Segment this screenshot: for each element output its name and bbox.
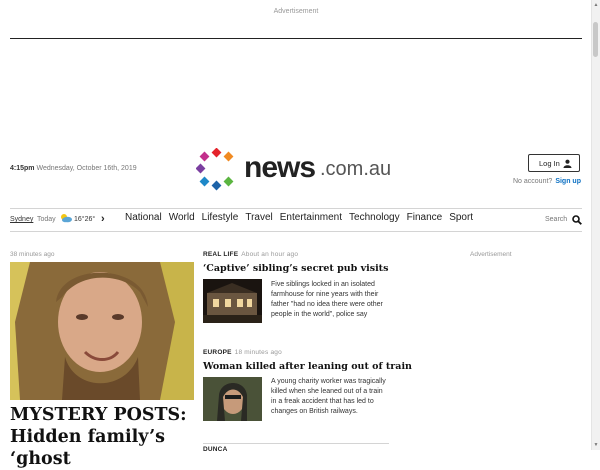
story-category: REAL LIFE About an hour ago — [203, 251, 298, 258]
story-timestamp: 18 minutes ago — [234, 349, 282, 356]
woman-portrait-image — [203, 377, 262, 421]
story-summary: Five siblings locked in an isolated farm… — [271, 281, 383, 318]
logo-brand: news — [244, 151, 316, 184]
nav-item-lifestyle[interactable]: Lifestyle — [202, 212, 239, 223]
farmhouse-image — [203, 279, 262, 323]
weather-location[interactable]: Sydney — [10, 216, 33, 223]
story-thumbnail[interactable] — [203, 377, 262, 421]
weather-day: Today — [37, 216, 56, 223]
story-category-label: REAL LIFE — [203, 251, 239, 258]
chevron-right-icon[interactable]: › — [101, 213, 105, 225]
nav-item-technology[interactable]: Technology — [349, 212, 400, 223]
story-thumbnail[interactable] — [203, 279, 262, 323]
hero-image[interactable] — [10, 262, 194, 400]
weather-temperature: 16°26° — [74, 216, 96, 223]
story-timestamp: About an hour ago — [241, 251, 299, 258]
advertisement-label: Advertisement — [273, 8, 319, 15]
nav-item-entertainment[interactable]: Entertainment — [280, 212, 342, 223]
main-nav: National World Lifestyle Travel Entertai… — [125, 212, 480, 223]
login-label: Log In — [539, 159, 560, 168]
nav-divider-top — [10, 208, 582, 209]
search-label[interactable]: Search — [545, 216, 567, 223]
news-logo[interactable]: news .com.au — [196, 148, 406, 192]
hero-headline[interactable]: MYSTERY POSTS: Hidden family’s ‘ghost — [10, 404, 200, 470]
story-title[interactable]: Woman killed after leaning out of train — [203, 361, 412, 372]
nav-item-national[interactable]: National — [125, 212, 162, 223]
current-datetime: 4:15pm Wednesday, October 16th, 2019 — [10, 165, 137, 172]
logo-suffix: .com.au — [320, 158, 392, 180]
story-category: EUROPE 18 minutes ago — [203, 349, 282, 356]
hero-headline-line1: MYSTERY POSTS: — [10, 405, 187, 425]
portrait-image — [10, 262, 194, 400]
nav-item-sport[interactable]: Sport — [449, 212, 473, 223]
nav-item-travel[interactable]: Travel — [245, 212, 272, 223]
user-icon — [563, 159, 572, 168]
scroll-down-icon[interactable]: ▼ — [592, 442, 600, 448]
story-summary: A young charity worker was tragically ki… — [271, 378, 386, 415]
current-date: Wednesday, October 16th, 2019 — [36, 165, 137, 172]
search-icon[interactable] — [572, 215, 582, 225]
partly-cloudy-icon — [61, 214, 72, 223]
nav-item-finance[interactable]: Finance — [407, 212, 443, 223]
story-divider — [203, 443, 389, 444]
scroll-up-icon[interactable]: ▲ — [592, 2, 600, 8]
logo-dots-icon — [196, 148, 234, 191]
nav-divider-bottom — [10, 231, 582, 232]
ad-divider — [10, 38, 582, 39]
scrollbar[interactable]: ▲ ▼ — [591, 0, 600, 450]
scrollbar-thumb[interactable] — [593, 22, 598, 57]
no-account-text: No account? Sign up — [513, 178, 581, 185]
story-title[interactable]: ‘Captive’ sibling’s secret pub visits — [203, 263, 388, 274]
signup-link[interactable]: Sign up — [555, 178, 581, 185]
nav-item-world[interactable]: World — [169, 212, 195, 223]
story-category-label: EUROPE — [203, 349, 232, 356]
advertisement-label: Advertisement — [470, 251, 512, 258]
current-time: 4:15pm — [10, 165, 35, 172]
login-button[interactable]: Log In — [528, 154, 580, 172]
no-account-label: No account? — [513, 178, 553, 185]
hero-headline-line2: Hidden family’s ‘ghost — [10, 427, 166, 469]
hero-timestamp: 38 minutes ago — [10, 251, 55, 258]
